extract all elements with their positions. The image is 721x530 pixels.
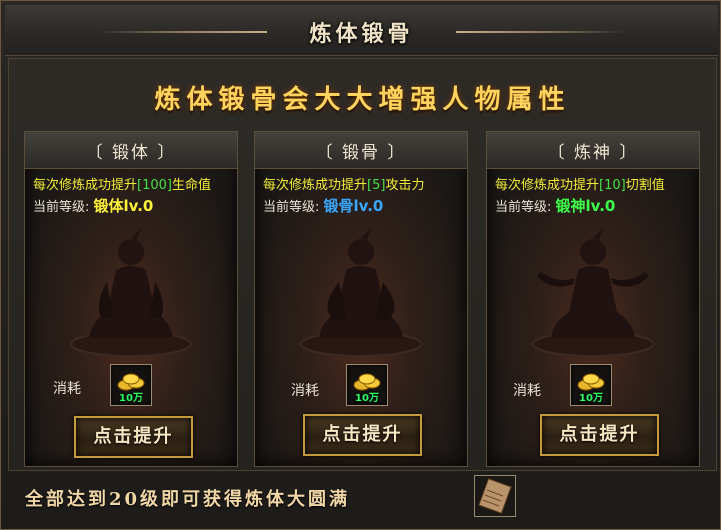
card-description: 每次修炼成功提升[10]切割值 — [495, 174, 665, 193]
cost-label: 消耗 — [53, 381, 81, 397]
card-bone-forging: 〔 锻骨 〕 每次修炼成功提升[5]攻击力 当前等级: 锻骨lv.0 消耗 10… — [254, 131, 468, 467]
desc-suffix: 切割值 — [625, 178, 665, 193]
title-ornament-right — [456, 31, 626, 33]
upgrade-button-spirit[interactable]: 点击提升 — [540, 414, 659, 456]
meditating-figure-icon — [300, 228, 422, 357]
card-title: 〔 炼神 〕 — [547, 143, 639, 163]
upgrade-button-body[interactable]: 点击提升 — [74, 416, 193, 458]
headline: 炼体锻骨会大大增强人物属性 — [154, 85, 571, 115]
card-body-training: 〔 锻体 〕 每次修炼成功提升[100]生命值 当前等级: 锻体lv.0 消耗 … — [24, 131, 238, 467]
level-row: 当前等级: 锻体lv.0 — [33, 195, 153, 216]
desc-value: [10] — [599, 178, 626, 193]
meditating-figure-icon — [70, 228, 192, 357]
desc-prefix: 每次修炼成功提升 — [33, 178, 138, 193]
cost-amount: 10万 — [355, 393, 379, 404]
card-description: 每次修炼成功提升[100]生命值 — [33, 174, 211, 193]
desc-value: [100] — [137, 178, 172, 193]
level-value: 锻体lv.0 — [93, 197, 154, 215]
gold-coins-icon: 10万 — [570, 364, 612, 406]
card-header: 〔 锻体 〕 — [25, 132, 237, 169]
level-label: 当前等级: — [33, 200, 90, 215]
desc-suffix: 生命值 — [171, 178, 211, 193]
gold-coins-icon: 10万 — [346, 364, 388, 406]
card-spirit-refining: 〔 炼神 〕 每次修炼成功提升[10]切割值 当前等级: 锻神lv.0 消耗 1… — [486, 131, 700, 467]
card-description: 每次修炼成功提升[5]攻击力 — [263, 174, 424, 193]
desc-prefix: 每次修炼成功提升 — [263, 178, 368, 193]
level-row: 当前等级: 锻神lv.0 — [495, 195, 615, 216]
meditating-figure-icon — [532, 228, 654, 357]
desc-suffix: 攻击力 — [385, 178, 425, 193]
level-value: 锻骨lv.0 — [323, 197, 384, 215]
card-header: 〔 锻骨 〕 — [255, 132, 467, 169]
cost-amount: 10万 — [119, 393, 143, 404]
card-title: 〔 锻骨 〕 — [315, 143, 407, 163]
desc-value: [5] — [367, 178, 386, 193]
forging-window: 炼体锻骨 炼体锻骨会大大增强人物属性 〔 锻体 〕 每次修炼成功提升[100]生… — [0, 0, 721, 530]
card-header: 〔 炼神 〕 — [487, 132, 699, 169]
cost-amount: 10万 — [579, 393, 603, 404]
main-panel: 炼体锻骨会大大增强人物属性 〔 锻体 〕 每次修炼成功提升[100]生命值 当前… — [8, 58, 717, 471]
cost-label: 消耗 — [513, 383, 541, 399]
title-bar: 炼体锻骨 — [5, 5, 718, 56]
level-row: 当前等级: 锻骨lv.0 — [263, 195, 383, 216]
level-label: 当前等级: — [263, 200, 320, 215]
card-title: 〔 锻体 〕 — [85, 143, 177, 163]
gold-coins-icon: 10万 — [110, 364, 152, 406]
footer-text: 全部达到20级即可获得炼体大圆满 — [25, 489, 351, 510]
scroll-reward-icon[interactable] — [474, 475, 516, 517]
level-value: 锻神lv.0 — [555, 197, 616, 215]
level-label: 当前等级: — [495, 200, 552, 215]
upgrade-button-bone[interactable]: 点击提升 — [303, 414, 422, 456]
cost-label: 消耗 — [291, 383, 319, 399]
desc-prefix: 每次修炼成功提升 — [495, 178, 600, 193]
